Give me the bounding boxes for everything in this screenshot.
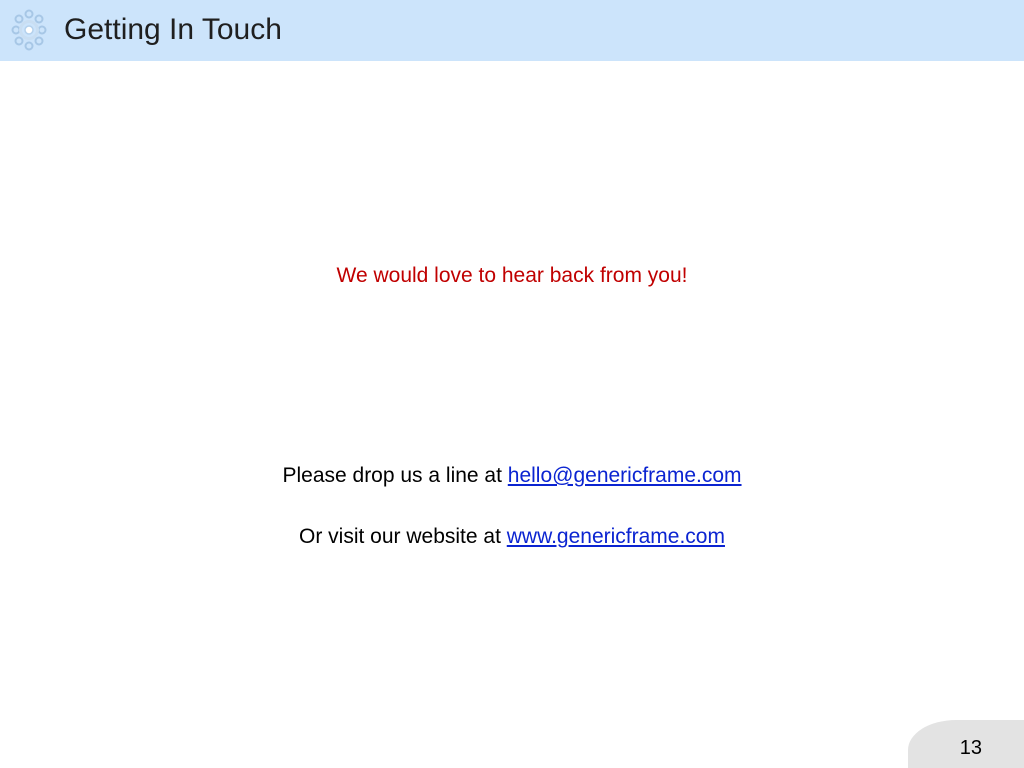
website-link[interactable]: www.genericframe.com [507,525,725,548]
tagline-text: We would love to hear back from you! [336,264,688,287]
email-link[interactable]: hello@genericframe.com [508,464,742,487]
website-line: Or visit our website at www.genericframe… [0,524,1024,550]
email-prefix-text: Please drop us a line at [282,464,508,487]
page-number: 13 [959,737,982,759]
website-prefix-text: Or visit our website at [299,525,507,548]
gear-ring-logo-icon [11,9,47,51]
email-line: Please drop us a line at hello@genericfr… [0,463,1024,489]
slide-title: Getting In Touch [64,13,282,46]
slide-header: Getting In Touch [0,0,1024,61]
